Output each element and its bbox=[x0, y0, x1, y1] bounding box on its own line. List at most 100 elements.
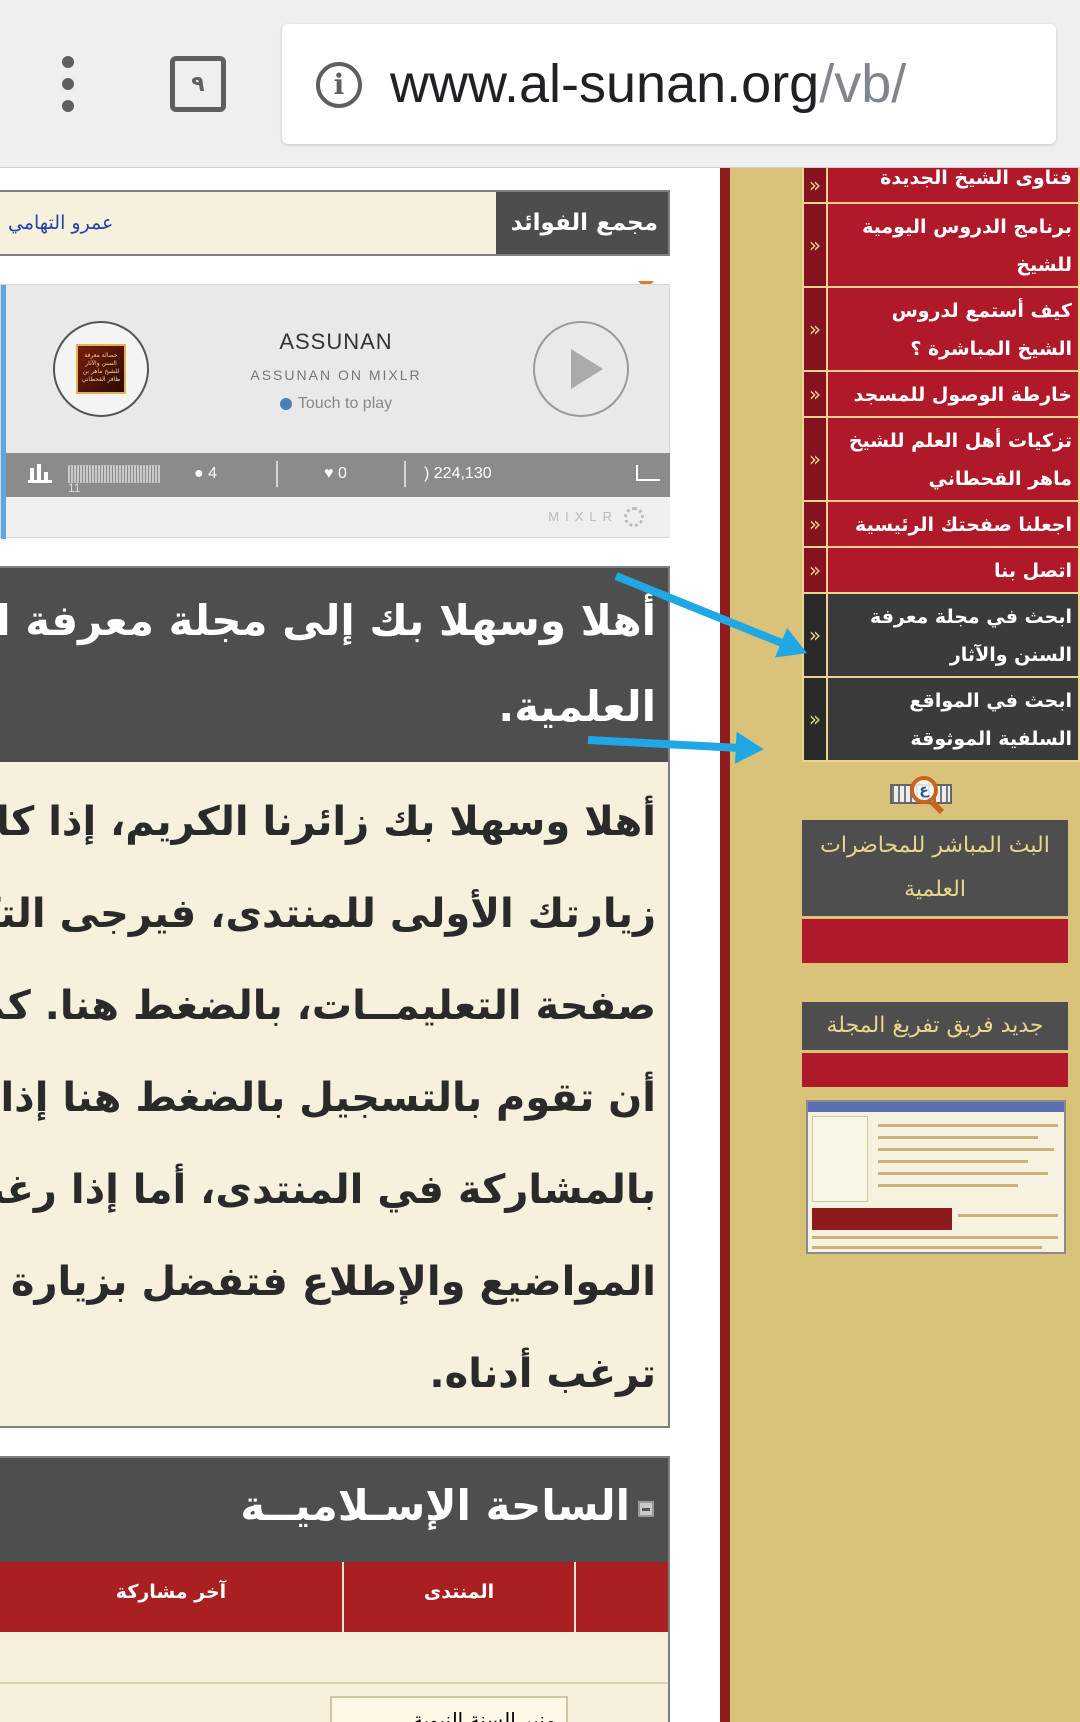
forum-section-header[interactable]: الساحة الإسـلاميــة bbox=[0, 1458, 668, 1562]
sidebar-item-fatawa[interactable]: فتاوى الشيخ الجديدة « bbox=[802, 168, 1080, 204]
url-domain: www.al-sunan.org bbox=[390, 54, 820, 114]
thumbnail-line bbox=[878, 1172, 1048, 1175]
chevron-left-icon: « bbox=[804, 372, 828, 416]
transcription-team-title: جديد فريق تفريغ المجلة bbox=[802, 1002, 1068, 1053]
touch-to-play[interactable]: Touch to play bbox=[151, 395, 521, 413]
sidebar-item-search-magazine[interactable]: ابحث في مجلة معرفة السنن والآثار « bbox=[802, 592, 1080, 678]
settings-gear-icon[interactable] bbox=[624, 507, 644, 527]
column-last-post: آخر مشاركة bbox=[115, 1581, 227, 1603]
listeners-icon: ● bbox=[194, 465, 209, 482]
sidebar-item-homepage[interactable]: اجعلنا صفحتك الرئيسية « bbox=[802, 500, 1080, 548]
chevron-left-icon: « bbox=[804, 168, 828, 202]
forum-columns: المنتدى آخر مشاركة bbox=[0, 1562, 668, 1632]
welcome-line: زيارتك الأولى للمنتدى، فيرجى التكرم بزيا… bbox=[0, 891, 656, 937]
mixlr-player: حصالة معرفة السنن والآثار للشيخ ماهر بن … bbox=[0, 284, 670, 539]
menu-dots-icon[interactable] bbox=[56, 56, 80, 112]
address-bar[interactable]: i www.al-sunan.org/vb/ bbox=[282, 24, 1056, 144]
plays-count: ) 224,130 bbox=[424, 465, 492, 483]
player-footer: MIXLR bbox=[6, 497, 670, 537]
welcome-line: بالمشاركة في المنتدى، أما إذا رغبت بقراء… bbox=[0, 1167, 656, 1213]
hearts-count: ♥ 0 bbox=[324, 465, 347, 483]
transcription-team-box[interactable]: جديد فريق تفريغ المجلة bbox=[802, 1002, 1068, 1087]
chevron-left-icon: « bbox=[804, 678, 828, 760]
transcription-team-strip bbox=[802, 1053, 1068, 1087]
page-content: مجمع الفوائد عمرو التهامي حصالة معرفة ال… bbox=[0, 168, 1080, 1722]
separator bbox=[404, 461, 406, 487]
welcome-line: أن تقوم بالتسجيل بالضغط هنا إذا رغبت bbox=[0, 1075, 656, 1121]
live-broadcast-body bbox=[802, 919, 1068, 963]
chevron-left-icon: « bbox=[804, 594, 828, 676]
sidebar-item-label: خارطة الوصول للمسجد bbox=[853, 384, 1072, 406]
forum-section-title: الساحة الإسـلاميــة bbox=[240, 1481, 630, 1530]
browser-toolbar: ٩ i www.al-sunan.org/vb/ bbox=[0, 0, 1080, 168]
heart-icon: ♥ bbox=[324, 465, 338, 482]
welcome-line: صفحة التعليمــات، بالضغط هنا. كما يشرفنا bbox=[0, 983, 656, 1029]
thumbnail-column bbox=[812, 1116, 868, 1202]
volume-bars-icon[interactable] bbox=[28, 464, 52, 483]
thumbnail-logo bbox=[812, 1208, 952, 1230]
column-gap bbox=[670, 168, 700, 1722]
mixlr-brand[interactable]: MIXLR bbox=[548, 509, 618, 524]
url-text[interactable]: www.al-sunan.org/vb/ bbox=[390, 48, 906, 120]
listeners-value: 4 bbox=[208, 465, 218, 482]
sidebar-item-label: فتاوى الشيخ الجديدة bbox=[880, 168, 1072, 189]
station-artwork: حصالة معرفة السنن والآثار للشيخ ماهر بن … bbox=[53, 321, 149, 417]
artwork-logo: حصالة معرفة السنن والآثار للشيخ ماهر بن … bbox=[76, 344, 126, 394]
keyboard-search-icon[interactable]: ع bbox=[890, 776, 956, 810]
thumbnail-line bbox=[958, 1214, 1058, 1217]
live-broadcast-box[interactable]: البث المباشر للمحاضرات العلمية bbox=[802, 820, 1068, 963]
sidebar-item-label: تزكيات أهل العلم للشيخ ماهر القحطاني bbox=[848, 430, 1072, 490]
sidebar-menu: فتاوى الشيخ الجديدة « برنامج الدروس اليو… bbox=[802, 168, 1080, 762]
transcription-thumbnail-image[interactable] bbox=[806, 1100, 1066, 1254]
sidebar-border bbox=[720, 168, 730, 1722]
chevron-left-icon: « bbox=[804, 418, 828, 500]
info-icon[interactable]: i bbox=[316, 62, 362, 108]
thumbnail-line bbox=[812, 1246, 1042, 1249]
sidebar-item-label: ابحث في المواقع السلفية الموثوقة bbox=[909, 690, 1072, 750]
forum-section: الساحة الإسـلاميــة المنتدى آخر مشاركة م… bbox=[0, 1456, 670, 1722]
sidebar-item-label: ابحث في مجلة معرفة السنن والآثار bbox=[870, 606, 1072, 666]
welcome-line: المواضيع والإطلاع فتفضل بزيارة القسم الذ… bbox=[0, 1259, 656, 1305]
magnifier-icon: ع bbox=[910, 776, 938, 804]
sidebar-item-schedule[interactable]: برنامج الدروس اليومية للشيخ « bbox=[802, 202, 1080, 288]
sidebar-item-endorsements[interactable]: تزكيات أهل العلم للشيخ ماهر القحطاني « bbox=[802, 416, 1080, 502]
sidebar-item-label: اتصل بنا bbox=[994, 560, 1072, 582]
welcome-heading-line: أهلا وسهلا بك إلى مجلة معرفة السنن والآث… bbox=[0, 596, 656, 645]
thumbnail-line bbox=[878, 1184, 1018, 1187]
chevron-left-icon: « bbox=[804, 548, 828, 592]
sidebar-item-search-salafi-sites[interactable]: ابحث في المواقع السلفية الموثوقة « bbox=[802, 676, 1080, 762]
breadcrumb-title[interactable]: مجمع الفوائد bbox=[496, 192, 668, 290]
player-subtitle: ASSUNAN ON MIXLR bbox=[250, 367, 422, 383]
sidebar-item-map[interactable]: خارطة الوصول للمسجد « bbox=[802, 370, 1080, 418]
player-title: ASSUNAN bbox=[279, 329, 393, 354]
plays-value: 224,130 bbox=[433, 465, 492, 482]
touch-to-play-label: Touch to play bbox=[297, 395, 393, 412]
sidebar-item-contact[interactable]: اتصل بنا « bbox=[802, 546, 1080, 594]
breadcrumb: مجمع الفوائد عمرو التهامي bbox=[0, 190, 670, 290]
column-forum: المنتدى bbox=[342, 1562, 574, 1632]
forum-link[interactable]: منبر السنة النبوية bbox=[330, 1696, 568, 1722]
plays-icon: ) bbox=[424, 465, 434, 482]
live-broadcast-title: البث المباشر للمحاضرات العلمية bbox=[802, 820, 1068, 919]
welcome-line: أهلا وسهلا بك زائرنا الكريم، إذا كانت هذ… bbox=[0, 799, 656, 845]
breadcrumb-user-link[interactable]: عمرو التهامي bbox=[8, 192, 113, 254]
play-button[interactable] bbox=[533, 321, 629, 417]
sidebar-item-label: اجعلنا صفحتك الرئيسية bbox=[855, 514, 1072, 536]
thumbnail-line bbox=[878, 1160, 1028, 1163]
tab-switcher-button[interactable]: ٩ bbox=[170, 56, 226, 112]
level-meter bbox=[68, 465, 160, 483]
thumbnail-header bbox=[808, 1102, 1064, 1112]
status-dot-icon bbox=[279, 397, 292, 410]
welcome-body: أهلا وسهلا بك زائرنا الكريم، إذا كانت هذ… bbox=[0, 762, 668, 1420]
level-value: 11 bbox=[68, 481, 81, 495]
sidebar-item-listen[interactable]: كيف أستمع لدروس الشيخ المباشرة ؟ « bbox=[802, 286, 1080, 372]
sidebar-item-label: برنامج الدروس اليومية للشيخ bbox=[862, 216, 1072, 276]
welcome-line: ترغب أدناه. bbox=[429, 1351, 656, 1397]
share-icon[interactable] bbox=[636, 465, 660, 481]
column-spacer bbox=[574, 1562, 668, 1632]
player-stats-bar: 11 ● 4 ♥ 0 ) 224,130 bbox=[6, 453, 670, 497]
chevron-left-icon: « bbox=[804, 204, 828, 286]
welcome-heading-line: العلمية. bbox=[498, 682, 656, 731]
breadcrumb-title-text: مجمع الفوائد bbox=[510, 210, 658, 236]
collapse-icon[interactable] bbox=[638, 1500, 654, 1517]
